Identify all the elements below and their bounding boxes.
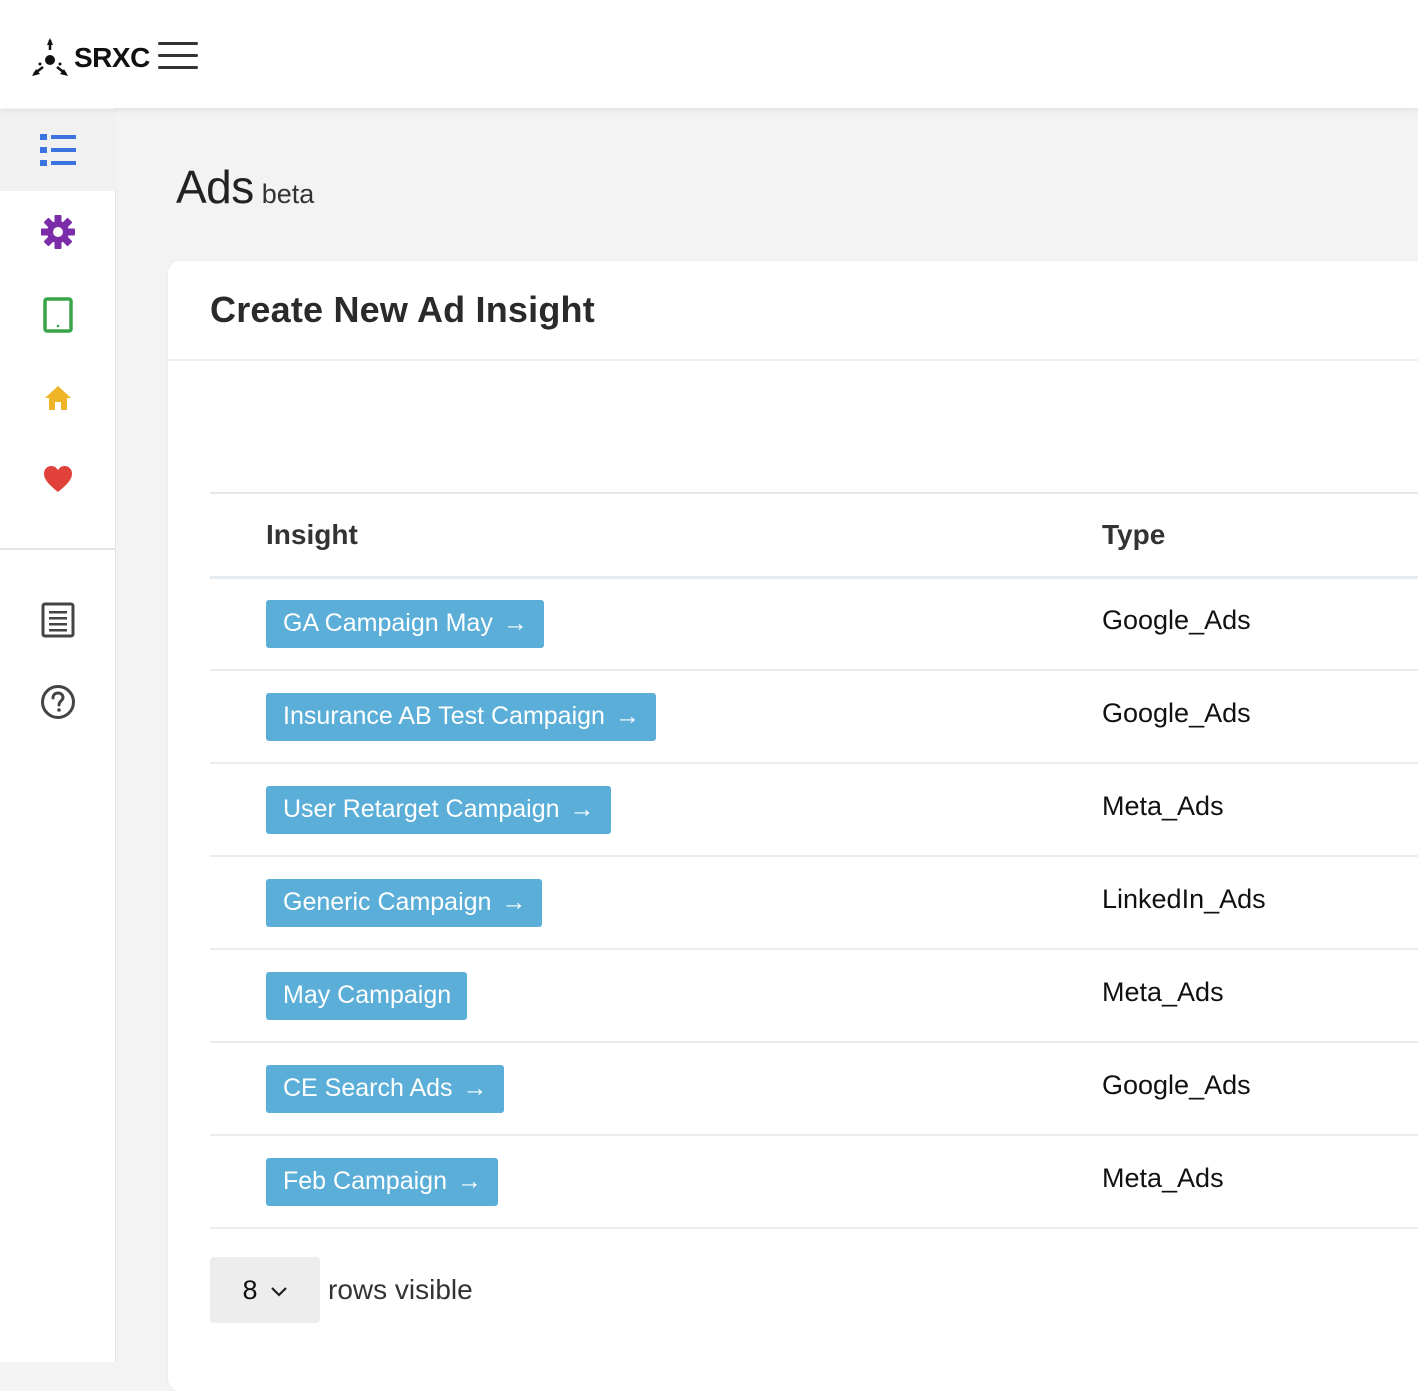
rows-per-page-select[interactable]: 8 [210, 1257, 320, 1323]
insight-button[interactable]: May Campaign [266, 971, 468, 1020]
rows-per-page-value: 8 [242, 1274, 258, 1305]
sidebar-item-device[interactable] [0, 274, 116, 356]
table-row: Feb Campaign → Meta_Ads [210, 1135, 1418, 1229]
card-title: Create New Ad Insight [210, 289, 595, 330]
pagination-controls: 8 rows visible [210, 1257, 473, 1323]
sidebar [0, 108, 116, 1362]
page-title: Ads beta [176, 160, 314, 214]
arrow-right-icon: → [569, 795, 595, 823]
sidebar-item-docs[interactable] [0, 579, 116, 661]
arrow-right-icon: → [502, 609, 528, 638]
help-icon [41, 685, 75, 719]
insight-label: Generic Campaign [283, 888, 492, 916]
table-row: Generic Campaign → LinkedIn_Ads [210, 856, 1418, 950]
rows-visible-label: rows visible [328, 1274, 473, 1305]
type-cell: Meta_Ads [1102, 763, 1418, 857]
heart-icon [44, 466, 72, 492]
insight-button[interactable]: GA Campaign May → [266, 599, 544, 648]
table-header-row: Insight Type [210, 493, 1418, 577]
type-cell: Google_Ads [1102, 1042, 1418, 1136]
type-cell: Meta_Ads [1102, 949, 1418, 1043]
type-cell: LinkedIn_Ads [1102, 856, 1418, 950]
sidebar-item-favorites[interactable] [0, 438, 116, 520]
table-row: Insurance AB Test Campaign → Google_Ads [210, 670, 1418, 764]
page-title-text: Ads [176, 161, 254, 213]
hamburger-line [158, 66, 198, 69]
sidebar-item-help[interactable] [0, 661, 116, 743]
insight-card: Create New Ad Insight Insight Type GA Ca… [168, 261, 1418, 1391]
brand-logo[interactable]: SRXC [28, 36, 150, 80]
page-subtitle-badge: beta [261, 179, 315, 209]
arrow-right-icon: → [614, 702, 640, 730]
brand-name: SRXC [74, 42, 150, 73]
insight-button[interactable]: User Retarget Campaign → [266, 785, 611, 834]
insight-label: May Campaign [283, 981, 452, 1009]
menu-toggle-button[interactable] [158, 42, 200, 74]
hamburger-line [158, 54, 198, 57]
arrow-right-icon: → [456, 1167, 482, 1195]
insight-label: Insurance AB Test Campaign [283, 702, 605, 730]
home-icon [45, 386, 71, 410]
table-row: GA Campaign May → Google_Ads [210, 577, 1418, 671]
sidebar-item-settings[interactable] [0, 191, 116, 273]
tablet-icon [43, 297, 73, 333]
table-row: CE Search Ads → Google_Ads [210, 1042, 1418, 1136]
logo-mark-icon [32, 38, 68, 76]
insight-button[interactable]: Insurance AB Test Campaign → [266, 692, 656, 741]
insight-label: Feb Campaign [283, 1167, 447, 1195]
type-cell: Google_Ads [1102, 670, 1418, 764]
insight-button[interactable]: CE Search Ads → [266, 1064, 504, 1113]
insight-button[interactable]: Generic Campaign → [266, 878, 543, 927]
insight-button[interactable]: Feb Campaign → [266, 1157, 498, 1206]
insight-label: GA Campaign May [283, 609, 493, 638]
sidebar-divider [0, 548, 116, 550]
insights-table: Insight Type GA Campaign May → Google_Ads… [210, 492, 1418, 1229]
sidebar-item-list[interactable] [0, 109, 116, 191]
hamburger-line [158, 42, 198, 45]
table-row: May Campaign Meta_Ads [210, 949, 1418, 1043]
main-content: Ads beta Create New Ad Insight Insight T… [116, 108, 1418, 1391]
arrow-right-icon: → [462, 1074, 488, 1102]
card-header: Create New Ad Insight [168, 261, 1418, 361]
type-cell: Meta_Ads [1102, 1135, 1418, 1229]
document-icon [41, 602, 75, 638]
type-cell: Google_Ads [1102, 577, 1418, 671]
list-icon [40, 134, 76, 166]
gear-icon [41, 215, 75, 249]
column-header-insight[interactable]: Insight [210, 493, 1102, 577]
table-row: User Retarget Campaign → Meta_Ads [210, 763, 1418, 857]
chevron-down-icon [270, 1287, 287, 1297]
top-bar: SRXC [0, 0, 1418, 108]
arrow-right-icon: → [501, 888, 527, 916]
sidebar-item-home[interactable] [0, 357, 116, 439]
column-header-type[interactable]: Type [1102, 493, 1418, 577]
insights-table-container: Insight Type GA Campaign May → Google_Ads… [210, 492, 1418, 1229]
insight-label: User Retarget Campaign [283, 795, 560, 823]
insight-label: CE Search Ads [283, 1074, 453, 1102]
